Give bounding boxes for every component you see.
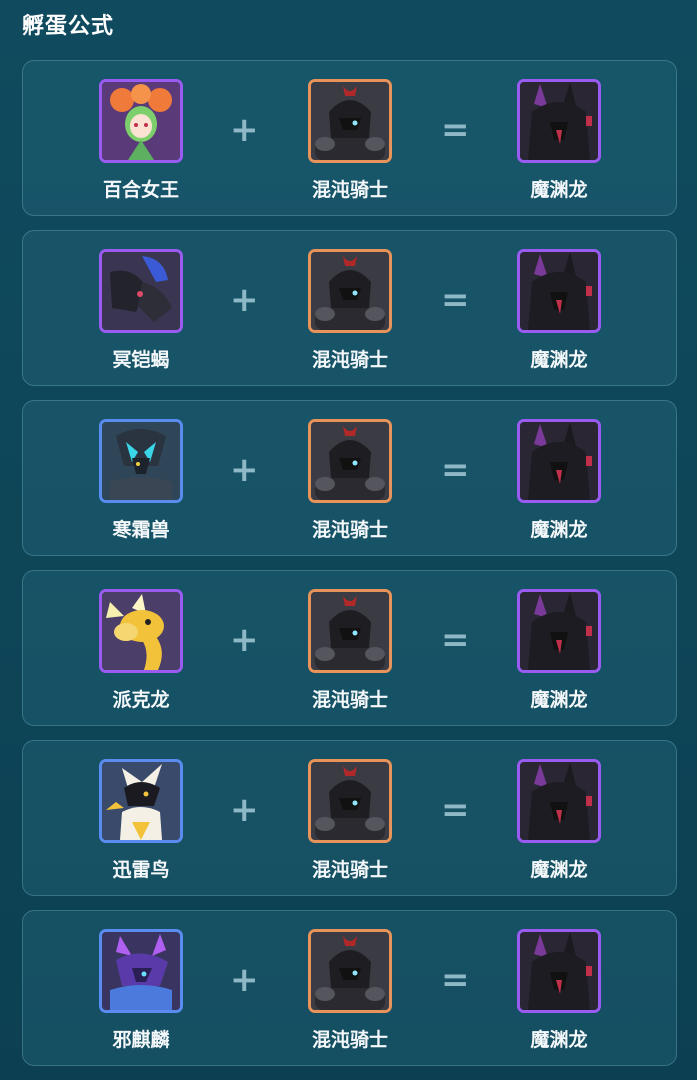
plus-icon: +	[230, 110, 259, 150]
abyss-dragon-portrait-icon[interactable]	[517, 79, 601, 163]
parent-b-slot[interactable]: 混沌骑士	[280, 249, 420, 372]
result-name: 魔渊龙	[530, 179, 588, 201]
result-slot[interactable]: 魔渊龙	[489, 759, 629, 882]
parent-a-slot[interactable]: 迅雷鸟	[71, 759, 211, 882]
result-slot[interactable]: 魔渊龙	[489, 79, 629, 202]
result-name: 魔渊龙	[530, 689, 588, 711]
abyss-dragon-portrait-icon[interactable]	[517, 589, 601, 673]
parent-b-name: 混沌骑士	[311, 349, 388, 371]
plus-icon: +	[230, 790, 259, 830]
equals-icon: =	[441, 110, 470, 150]
evil-qilin-portrait-icon[interactable]	[99, 929, 183, 1013]
chaos-knight-portrait-icon[interactable]	[308, 589, 392, 673]
abyss-dragon-portrait-icon[interactable]	[517, 419, 601, 503]
parent-a-slot[interactable]: 邪麒麟	[71, 929, 211, 1052]
parent-b-slot[interactable]: 混沌骑士	[280, 419, 420, 542]
parent-b-slot[interactable]: 混沌骑士	[280, 929, 420, 1052]
formula-row[interactable]: 冥铠蝎 + 混沌骑士 = 魔渊龙	[22, 230, 677, 386]
chaos-knight-portrait-icon[interactable]	[308, 929, 392, 1013]
result-name: 魔渊龙	[530, 349, 588, 371]
result-slot[interactable]: 魔渊龙	[489, 249, 629, 372]
plus-icon: +	[230, 620, 259, 660]
equals-icon: =	[441, 790, 470, 830]
formula-row[interactable]: 迅雷鸟 + 混沌骑士 = 魔渊龙	[22, 740, 677, 896]
result-slot[interactable]: 魔渊龙	[489, 589, 629, 712]
equals-icon: =	[441, 450, 470, 490]
plus-icon: +	[230, 960, 259, 1000]
plus-icon: +	[230, 280, 259, 320]
parent-a-slot[interactable]: 寒霜兽	[71, 419, 211, 542]
parent-a-slot[interactable]: 冥铠蝎	[71, 249, 211, 372]
equals-icon: =	[441, 620, 470, 660]
parent-a-name: 迅雷鸟	[112, 859, 170, 881]
equals-icon: =	[441, 960, 470, 1000]
formula-row[interactable]: 百合女王 + 混沌骑士 = 魔渊龙	[22, 60, 677, 216]
nether-armor-scorpion-portrait-icon[interactable]	[99, 249, 183, 333]
parent-b-slot[interactable]: 混沌骑士	[280, 759, 420, 882]
parent-b-slot[interactable]: 混沌骑士	[280, 79, 420, 202]
lily-queen-portrait-icon[interactable]	[99, 79, 183, 163]
result-slot[interactable]: 魔渊龙	[489, 419, 629, 542]
result-name: 魔渊龙	[530, 859, 588, 881]
thunder-bird-portrait-icon[interactable]	[99, 759, 183, 843]
formula-row[interactable]: 派克龙 + 混沌骑士 = 魔渊龙	[22, 570, 677, 726]
parent-a-name: 冥铠蝎	[112, 349, 170, 371]
frost-beast-portrait-icon[interactable]	[99, 419, 183, 503]
parent-a-name: 百合女王	[102, 179, 179, 201]
parent-a-name: 派克龙	[112, 689, 170, 711]
plus-icon: +	[230, 450, 259, 490]
abyss-dragon-portrait-icon[interactable]	[517, 759, 601, 843]
parent-b-name: 混沌骑士	[311, 689, 388, 711]
chaos-knight-portrait-icon[interactable]	[308, 419, 392, 503]
chaos-knight-portrait-icon[interactable]	[308, 249, 392, 333]
page-title: 孵蛋公式	[22, 14, 115, 39]
pike-dragon-portrait-icon[interactable]	[99, 589, 183, 673]
breeding-formula-list: 百合女王 + 混沌骑士 = 魔渊龙 冥铠蝎 + 混沌骑士 = 魔渊龙 寒霜兽 +…	[22, 60, 677, 1080]
parent-a-slot[interactable]: 派克龙	[71, 589, 211, 712]
result-slot[interactable]: 魔渊龙	[489, 929, 629, 1052]
parent-a-name: 邪麒麟	[112, 1029, 170, 1051]
result-name: 魔渊龙	[530, 1029, 588, 1051]
abyss-dragon-portrait-icon[interactable]	[517, 929, 601, 1013]
abyss-dragon-portrait-icon[interactable]	[517, 249, 601, 333]
parent-a-name: 寒霜兽	[112, 519, 170, 541]
parent-b-name: 混沌骑士	[311, 519, 388, 541]
parent-b-name: 混沌骑士	[311, 1029, 388, 1051]
formula-row[interactable]: 寒霜兽 + 混沌骑士 = 魔渊龙	[22, 400, 677, 556]
parent-b-slot[interactable]: 混沌骑士	[280, 589, 420, 712]
parent-b-name: 混沌骑士	[311, 859, 388, 881]
parent-a-slot[interactable]: 百合女王	[71, 79, 211, 202]
chaos-knight-portrait-icon[interactable]	[308, 759, 392, 843]
parent-b-name: 混沌骑士	[311, 179, 388, 201]
result-name: 魔渊龙	[530, 519, 588, 541]
formula-row[interactable]: 邪麒麟 + 混沌骑士 = 魔渊龙	[22, 910, 677, 1066]
equals-icon: =	[441, 280, 470, 320]
chaos-knight-portrait-icon[interactable]	[308, 79, 392, 163]
